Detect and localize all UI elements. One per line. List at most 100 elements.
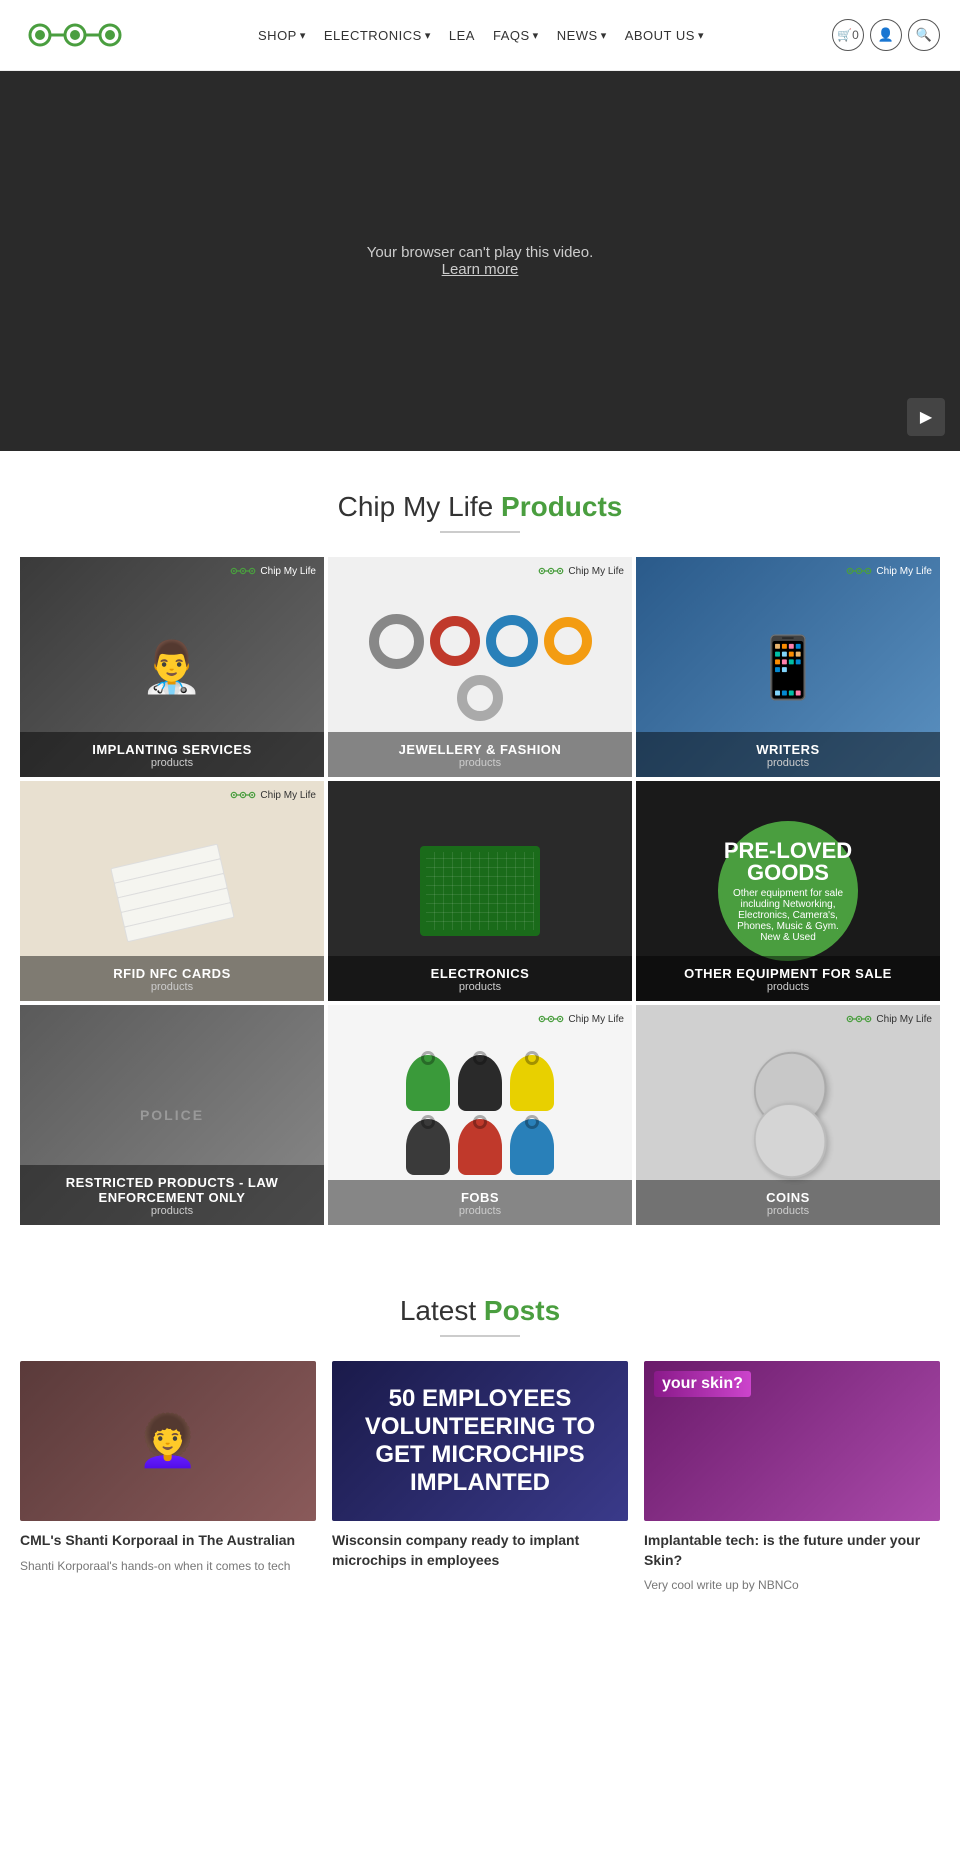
cart-icon: 🛒 xyxy=(837,28,852,42)
preloved-title1: PRE-LOVED xyxy=(724,840,852,862)
preloved-sub: products xyxy=(641,981,935,993)
cml-label-writers: Chip My Life xyxy=(876,566,932,577)
electronics-sub: products xyxy=(333,981,627,993)
cml-label-implanting: Chip My Life xyxy=(260,566,316,577)
post-title-3: Implantable tech: is the future under yo… xyxy=(644,1531,940,1570)
cart-count: 0 xyxy=(852,28,859,42)
product-card-electronics[interactable]: ELECTRONICS products xyxy=(328,781,632,1001)
product-grid: 👨‍⚕️ Chip My Life IMPLANTING SERVICES pr… xyxy=(20,557,940,1225)
product-card-preloved[interactable]: PRE-LOVED GOODS Other equipment for sale… xyxy=(636,781,940,1001)
learn-more-link[interactable]: Learn more xyxy=(442,261,519,278)
post-thumb-3: your skin? xyxy=(644,1361,940,1521)
cml-logo-icon-j xyxy=(538,565,564,577)
cart-button[interactable]: 🛒 0 xyxy=(832,19,864,51)
nav-lea[interactable]: LEA xyxy=(449,28,475,43)
products-title: Chip My Life Products xyxy=(20,491,940,523)
products-title-plain: Chip My Life xyxy=(338,491,494,522)
post-card-2[interactable]: 50 EMPLOYEES VOLUNTEERING TO GET MICROCH… xyxy=(332,1361,628,1594)
product-card-fobs[interactable]: Chip My Life FOBS products xyxy=(328,1005,632,1225)
cml-logo-icon-w xyxy=(846,565,872,577)
nav-icons: 🛒 0 👤 🔍 xyxy=(832,19,940,51)
main-nav: SHOP ELECTRONICS LEA FAQS NEWS ABOUT US xyxy=(258,28,704,43)
products-title-highlight: Products xyxy=(501,491,622,522)
nav-about[interactable]: ABOUT US xyxy=(625,28,704,43)
product-card-coins[interactable]: Chip My Life COINS products xyxy=(636,1005,940,1225)
cml-label-jewellery: Chip My Life xyxy=(568,566,624,577)
coins-sub: products xyxy=(641,1205,935,1217)
post-title-1: CML's Shanti Korporaal in The Australian xyxy=(20,1531,316,1551)
implanting-name: IMPLANTING SERVICES xyxy=(25,742,319,757)
nav-news[interactable]: NEWS xyxy=(557,28,607,43)
products-section: Chip My Life Products 👨‍⚕️ Chip xyxy=(0,451,960,1245)
police-sub: products xyxy=(25,1205,319,1217)
account-button[interactable]: 👤 xyxy=(870,19,902,51)
hero-section: Your browser can't play this video. Lear… xyxy=(0,71,960,451)
posts-title-plain: Latest xyxy=(400,1295,476,1326)
product-card-jewellery[interactable]: Chip My Life JEWELLERY & FASHION product… xyxy=(328,557,632,777)
chip-my-life-logo-jewellery: Chip My Life xyxy=(538,565,624,577)
logo-area[interactable] xyxy=(20,10,130,60)
video-message: Your browser can't play this video. Lear… xyxy=(367,244,594,278)
cml-logo-icon-r xyxy=(230,789,256,801)
video-cant-play: Your browser can't play this video. xyxy=(367,244,594,261)
search-button[interactable]: 🔍 xyxy=(908,19,940,51)
fobs-name: FOBS xyxy=(333,1190,627,1205)
jewellery-name: JEWELLERY & FASHION xyxy=(333,742,627,757)
nav-faqs[interactable]: FAQS xyxy=(493,28,539,43)
product-card-police[interactable]: POLICE RESTRICTED PRODUCTS - LAW ENFORCE… xyxy=(20,1005,324,1225)
police-label: RESTRICTED PRODUCTS - LAW ENFORCEMENT ON… xyxy=(20,1165,324,1225)
cml-logo-icon-c xyxy=(846,1013,872,1025)
post-card-1[interactable]: 👩‍🦱 CML's Shanti Korporaal in The Austra… xyxy=(20,1361,316,1594)
jewellery-label: JEWELLERY & FASHION products xyxy=(328,732,632,777)
search-icon: 🔍 xyxy=(916,27,932,43)
site-logo[interactable] xyxy=(20,10,130,60)
products-divider xyxy=(440,531,520,533)
chip-my-life-logo-implanting: Chip My Life xyxy=(230,565,316,577)
cml-logo-icon xyxy=(230,565,256,577)
fobs-label: FOBS products xyxy=(328,1180,632,1225)
video-play-button[interactable] xyxy=(907,398,945,436)
chip-my-life-logo-fobs: Chip My Life xyxy=(538,1013,624,1025)
rfid-name: RFID NFC CARDS xyxy=(25,966,319,981)
posts-title-highlight: Posts xyxy=(484,1295,560,1326)
post-title-2: Wisconsin company ready to implant micro… xyxy=(332,1531,628,1570)
post-excerpt-1: Shanti Korporaal's hands-on when it come… xyxy=(20,1557,316,1575)
jewellery-sub: products xyxy=(333,757,627,769)
header: SHOP ELECTRONICS LEA FAQS NEWS ABOUT US … xyxy=(0,0,960,71)
preloved-label: OTHER EQUIPMENT FOR SALE products xyxy=(636,956,940,1001)
writers-label: WRITERS products xyxy=(636,732,940,777)
rfid-sub: products xyxy=(25,981,319,993)
post-card-3[interactable]: your skin? Implantable tech: is the futu… xyxy=(644,1361,940,1594)
product-card-writers[interactable]: 📱 Chip My Life WRITERS products xyxy=(636,557,940,777)
preloved-desc: Other equipment for sale including Netwo… xyxy=(722,888,854,943)
implanting-label: IMPLANTING SERVICES products xyxy=(20,732,324,777)
cml-label-rfid: Chip My Life xyxy=(260,790,316,801)
chip-my-life-logo-coins: Chip My Life xyxy=(846,1013,932,1025)
electronics-name: ELECTRONICS xyxy=(333,966,627,981)
police-name: RESTRICTED PRODUCTS - LAW ENFORCEMENT ON… xyxy=(25,1175,319,1205)
writers-name: WRITERS xyxy=(641,742,935,757)
cml-label-coins: Chip My Life xyxy=(876,1014,932,1025)
post-thumb-2: 50 EMPLOYEES VOLUNTEERING TO GET MICROCH… xyxy=(332,1361,628,1521)
writers-sub: products xyxy=(641,757,935,769)
electronics-label: ELECTRONICS products xyxy=(328,956,632,1001)
rfid-label: RFID NFC CARDS products xyxy=(20,956,324,1001)
post-thumb-1: 👩‍🦱 xyxy=(20,1361,316,1521)
cml-label-fobs: Chip My Life xyxy=(568,1014,624,1025)
fobs-sub: products xyxy=(333,1205,627,1217)
preloved-circle: PRE-LOVED GOODS Other equipment for sale… xyxy=(718,821,858,961)
cml-logo-icon-f xyxy=(538,1013,564,1025)
nav-electronics[interactable]: ELECTRONICS xyxy=(324,28,431,43)
posts-grid: 👩‍🦱 CML's Shanti Korporaal in The Austra… xyxy=(20,1361,940,1594)
chip-my-life-logo-rfid: Chip My Life xyxy=(230,789,316,801)
product-card-rfid[interactable]: Chip My Life RFID NFC CARDS products xyxy=(20,781,324,1001)
product-card-implanting[interactable]: 👨‍⚕️ Chip My Life IMPLANTING SERVICES pr… xyxy=(20,557,324,777)
nav-shop[interactable]: SHOP xyxy=(258,28,306,43)
posts-section: Latest Posts 👩‍🦱 CML's Shanti Korporaal … xyxy=(0,1245,960,1624)
preloved-name: OTHER EQUIPMENT FOR SALE xyxy=(641,966,935,981)
coins-name: COINS xyxy=(641,1190,935,1205)
posts-title: Latest Posts xyxy=(20,1295,940,1327)
coins-label: COINS products xyxy=(636,1180,940,1225)
posts-divider xyxy=(440,1335,520,1337)
post-excerpt-3: Very cool write up by NBNCo xyxy=(644,1576,940,1594)
